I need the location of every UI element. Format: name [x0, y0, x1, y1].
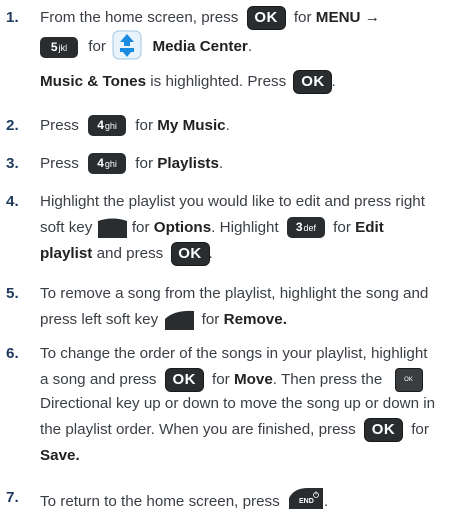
- my-music-label: My Music: [157, 117, 226, 134]
- remove-label: Remove.: [223, 311, 287, 328]
- step-number: 5.: [6, 285, 19, 302]
- key-4-ghi: 4ghi: [88, 153, 127, 175]
- key-letters: ghi: [104, 121, 117, 132]
- music-tones-label: Music & Tones: [40, 73, 147, 90]
- ok-key: OK: [171, 242, 209, 265]
- end-key-label: END: [299, 498, 314, 505]
- arrow-glyph: →: [364, 9, 380, 26]
- step-number: 6.: [6, 345, 19, 362]
- step-number: 1.: [6, 9, 19, 26]
- step-text-segment: To remove a song from the playlist, high…: [40, 285, 429, 302]
- period: .: [225, 117, 230, 134]
- step-text-segment: for: [411, 421, 429, 438]
- step-text-segment: for: [135, 155, 154, 172]
- key-digit: 5: [50, 39, 58, 54]
- ok-key: OK: [165, 369, 203, 391]
- options-label: Options: [153, 219, 212, 236]
- key-4-ghi: 4ghi: [88, 115, 127, 137]
- step-text-segment: for: [201, 311, 220, 328]
- key-5-jkl: 5jkl: [40, 36, 78, 58]
- step-text-segment: the playlist order. When you are finishe…: [40, 421, 356, 438]
- step-number: 3.: [6, 155, 19, 172]
- key-digit: 4: [97, 156, 104, 171]
- step-text: To change the order of the songs in your…: [40, 342, 469, 468]
- step-text-segment: . Highlight: [211, 219, 279, 236]
- end-key-icon: END: [288, 486, 324, 518]
- step-text-segment: Press: [40, 155, 79, 172]
- media-center-label: Media Center: [152, 38, 248, 56]
- step-text-segment: soft key: [40, 219, 93, 236]
- key-letters: ghi: [104, 159, 117, 170]
- right-soft-key-icon: [97, 218, 127, 238]
- save-label: Save.: [40, 447, 80, 464]
- step-text-segment: is highlighted. Press: [150, 73, 287, 90]
- step-text: To return to the home screen, press END …: [40, 486, 469, 510]
- directional-key: OK: [394, 368, 423, 392]
- key-letters: jkl: [58, 42, 68, 53]
- step-text-segment: To change the order of the songs in your…: [40, 345, 428, 362]
- period: .: [208, 245, 213, 262]
- step-text-segment: for: [293, 9, 312, 26]
- ok-key: OK: [294, 70, 332, 93]
- step-text-segment: for: [135, 117, 154, 134]
- step-text: From the home screen, press OK for MENU …: [40, 6, 469, 94]
- menu-label: MENU: [315, 9, 361, 26]
- step-text-segment: . Then press the: [272, 371, 383, 389]
- step-text: Highlight the playlist you would like to…: [40, 190, 469, 266]
- left-soft-key-icon: [165, 310, 195, 330]
- step-text-segment: To return to the home screen, press: [40, 493, 280, 511]
- period: .: [331, 73, 336, 90]
- step-text-segment: a song and press: [40, 371, 157, 389]
- step-text: Press 4ghi for Playlists.: [40, 152, 469, 176]
- step-text-segment: Highlight the playlist you would like to…: [40, 193, 425, 210]
- key-3-def: 3def: [286, 217, 325, 239]
- step-text-segment: Directional key up or down to move the s…: [40, 395, 436, 412]
- playlists-label: Playlists: [157, 155, 219, 172]
- step-text-segment: and press: [96, 245, 164, 262]
- step-text-segment: for: [333, 219, 351, 236]
- period: .: [247, 38, 253, 56]
- step-number: 7.: [6, 489, 19, 506]
- playlist-label: playlist: [40, 245, 93, 262]
- period: .: [218, 155, 224, 172]
- step-number: 4.: [6, 193, 19, 210]
- step-text: To remove a song from the playlist, high…: [40, 282, 469, 332]
- key-digit: 3: [295, 220, 303, 235]
- key-letters: def: [303, 223, 317, 234]
- step-text-segment: press left soft key: [40, 311, 159, 328]
- step-text-segment: for: [212, 371, 230, 389]
- step-text-segment: for: [131, 219, 150, 236]
- step-text-segment: Press: [40, 117, 79, 134]
- move-label: Move: [233, 371, 273, 389]
- period: .: [323, 493, 329, 511]
- step-text: Press 4ghi for My Music.: [40, 114, 469, 138]
- ok-key: OK: [364, 418, 402, 441]
- key-digit: 4: [97, 118, 104, 133]
- step-text-segment: From the home screen, press: [40, 9, 239, 26]
- edit-label: Edit: [355, 219, 384, 236]
- step-text-segment: for: [88, 38, 106, 56]
- step-number: 2.: [6, 117, 19, 134]
- end-key-shape: END: [288, 488, 323, 509]
- media-center-icon: [112, 30, 142, 60]
- ok-key: OK: [247, 6, 285, 29]
